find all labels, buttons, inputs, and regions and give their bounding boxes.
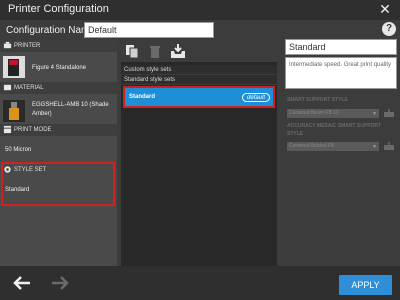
printer-icon (3, 41, 12, 49)
accuracy-support-label-line1: ACCURACY MESAIC SMART SUPPORT (287, 123, 382, 129)
forward-arrow-icon[interactable] (49, 272, 71, 294)
print-mode-icon (3, 125, 12, 134)
config-name-input[interactable]: Default (84, 22, 214, 38)
material-thumbnail-icon (3, 100, 25, 122)
smart-support-label: SMART SUPPORT STYLE (287, 97, 348, 103)
printer-name: Figure 4 Standalone (32, 65, 87, 71)
material-name-line1: EGGSHELL-AMB 10 (Shade (32, 102, 109, 108)
printer-thumbnail-icon (3, 56, 25, 78)
window-title: Printer Configuration (8, 3, 109, 15)
chevron-down-icon: ▼ (372, 111, 377, 117)
back-arrow-icon[interactable] (11, 272, 33, 294)
accuracy-support-value: Centered Bolded FB (289, 143, 335, 149)
trash-icon[interactable] (147, 43, 163, 59)
close-icon[interactable]: ✕ (378, 1, 392, 17)
help-icon[interactable]: ? (382, 22, 396, 36)
style-set-row-label: Standard (129, 94, 156, 100)
print-mode-item[interactable]: 50 Micron (0, 138, 117, 162)
custom-style-sets-header: Custom style sets (121, 65, 277, 75)
import-icon[interactable] (170, 43, 186, 59)
print-mode-value: 50 Micron (5, 147, 32, 153)
style-set-highlight (1, 162, 115, 206)
default-badge: default (241, 93, 270, 102)
material-name-line2: Amber) (32, 111, 52, 117)
apply-button[interactable]: APPLY (339, 275, 392, 295)
smart-support-value: Centered Beam FB 10 (289, 110, 339, 116)
printer-section-header: PRINTER (0, 40, 117, 52)
print-mode-section-header: PRINT MODE (0, 124, 117, 136)
style-description-textarea[interactable]: Intermediate speed. Great print quality (285, 57, 397, 89)
material-header-label: MATERIAL (14, 85, 44, 91)
standard-style-sets-header: Standard style sets (121, 75, 277, 85)
accuracy-support-label-line2: STYLE (287, 131, 304, 137)
accuracy-support-select[interactable]: Centered Bolded FB ▼ (287, 142, 379, 151)
import-icon[interactable] (383, 109, 395, 118)
chevron-down-icon: ▼ (372, 144, 377, 150)
import-icon[interactable] (383, 142, 395, 151)
material-icon (3, 84, 12, 91)
printer-header-label: PRINTER (14, 43, 41, 49)
smart-support-select[interactable]: Centered Beam FB 10 ▼ (287, 109, 379, 118)
print-mode-header-label: PRINT MODE (14, 127, 52, 133)
copy-icon[interactable] (124, 43, 140, 59)
printer-item[interactable]: Figure 4 Standalone (0, 52, 117, 82)
material-section-header: MATERIAL (0, 82, 117, 94)
style-name-input[interactable]: Standard (285, 39, 397, 55)
style-set-row-standard[interactable]: Standard default (123, 86, 275, 108)
settings-sidebar: PRINTER Figure 4 Standalone MATERIAL EGG… (0, 40, 117, 266)
